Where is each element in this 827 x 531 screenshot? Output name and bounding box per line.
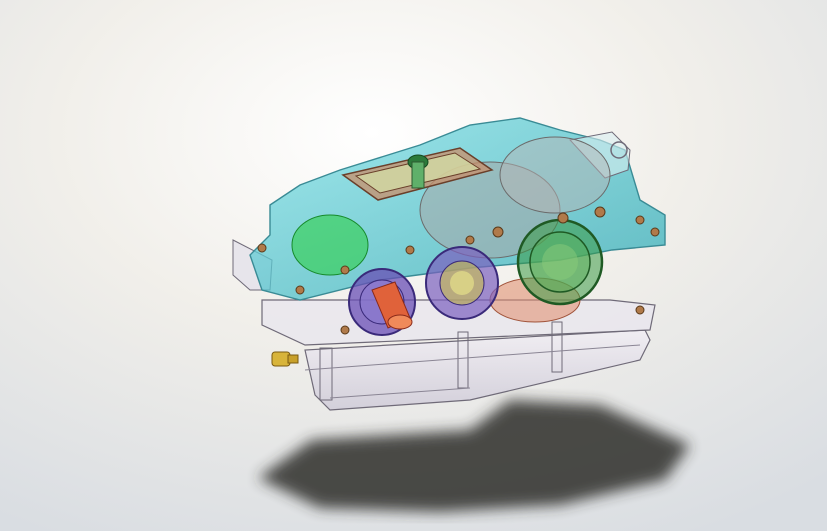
bearing-cover-right: [516, 218, 604, 306]
bearing-cover-middle: [425, 246, 499, 320]
render-viewport: [0, 0, 827, 531]
gearbox-render: [0, 0, 827, 531]
